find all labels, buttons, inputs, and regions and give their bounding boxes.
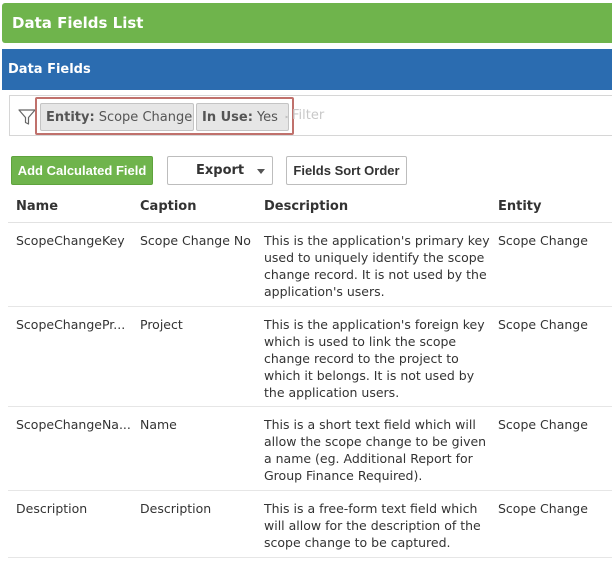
cell-description: This is the application's foreign key wh…: [264, 317, 485, 400]
cell-name: ScopeChangeNa...: [16, 417, 131, 432]
export-label: Export: [196, 163, 245, 178]
column-header-caption[interactable]: Caption: [140, 199, 258, 214]
cell-entity: Scope Change: [498, 317, 588, 332]
filter-chip-in-use[interactable]: In Use: Yes: [196, 103, 289, 131]
cell-caption: Scope Change No: [140, 233, 251, 248]
export-button[interactable]: Export: [167, 156, 273, 185]
filter-chip-value: Scope Change: [98, 109, 193, 125]
table-row[interactable]: ScopeChangePr... Project This is the app…: [8, 307, 612, 407]
column-header-entity[interactable]: Entity: [498, 199, 612, 214]
column-header-name[interactable]: Name: [16, 199, 134, 214]
cell-name: ScopeChangePr...: [16, 317, 126, 332]
filter-input[interactable]: Filter: [292, 108, 324, 123]
filter-chip-value: Yes: [256, 109, 278, 125]
cell-description: This is the application's primary key us…: [264, 233, 490, 299]
data-fields-table: Name Caption Description Entity ScopeCha…: [8, 193, 612, 558]
filter-chip-key: Entity:: [46, 109, 95, 125]
cell-caption: Project: [140, 317, 183, 332]
cell-entity: Scope Change: [498, 233, 588, 248]
chevron-down-icon[interactable]: [257, 169, 265, 174]
table-row[interactable]: ScopeChangeKey Scope Change No This is t…: [8, 223, 612, 307]
cell-description: This is a short text field which will al…: [264, 417, 487, 483]
cell-entity: Scope Change: [498, 417, 588, 432]
table-row[interactable]: ScopeChangeNa... Name This is a short te…: [8, 407, 612, 491]
column-header-description[interactable]: Description: [264, 199, 490, 214]
active-filters: Entity: Scope Change In Use: Yes: [35, 97, 294, 135]
table-row[interactable]: Description Description This is a free-f…: [8, 491, 612, 558]
cell-description: This is a free-form text field which wil…: [264, 501, 481, 550]
fields-sort-order-button[interactable]: Fields Sort Order: [286, 156, 407, 185]
cell-entity: Scope Change: [498, 501, 588, 516]
cell-caption: Description: [140, 501, 212, 516]
table-header: Name Caption Description Entity: [8, 193, 612, 223]
filter-chip-entity[interactable]: Entity: Scope Change: [40, 103, 194, 131]
section-header: Data Fields: [2, 49, 612, 90]
filter-icon[interactable]: [17, 107, 37, 127]
page-title: Data Fields List: [2, 3, 612, 43]
cell-name: Description: [16, 501, 88, 516]
filter-bar[interactable]: Entity: Scope Change In Use: Yes Filter: [9, 95, 612, 136]
cell-caption: Name: [140, 417, 177, 432]
filter-chip-key: In Use:: [202, 109, 253, 125]
cell-name: ScopeChangeKey: [16, 233, 125, 248]
add-calculated-field-button[interactable]: Add Calculated Field: [11, 156, 153, 185]
close-icon[interactable]: [285, 110, 288, 124]
